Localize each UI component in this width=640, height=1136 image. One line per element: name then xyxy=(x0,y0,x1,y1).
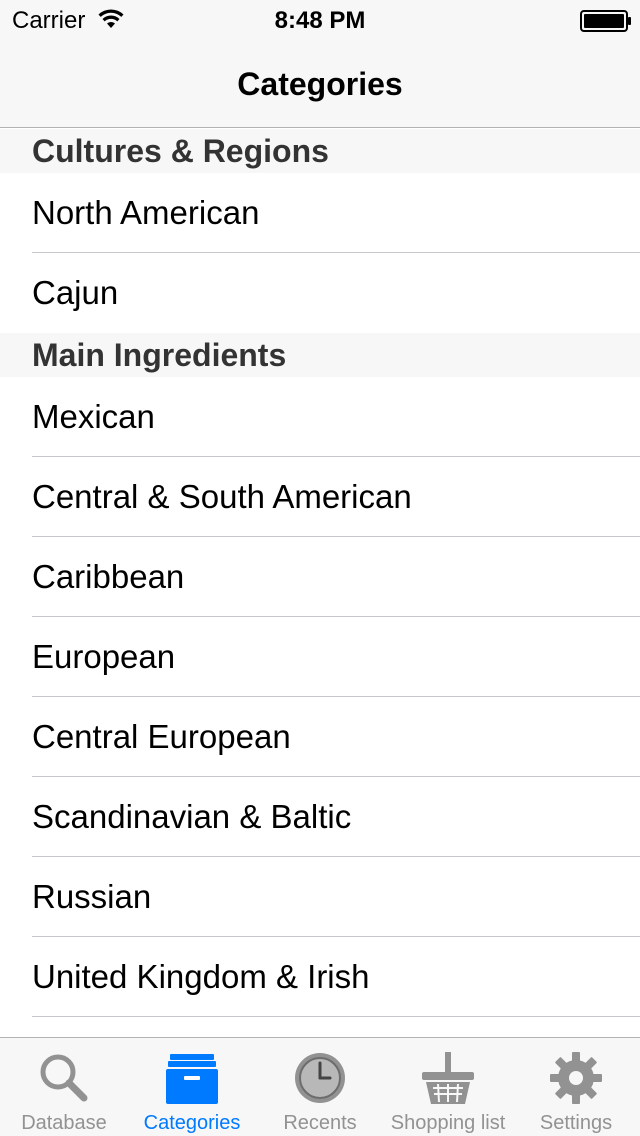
list-item[interactable]: Cajun xyxy=(0,253,640,333)
page-title: Categories xyxy=(237,66,403,102)
tab-label: Recents xyxy=(283,1112,357,1134)
list-item[interactable]: Russian xyxy=(0,857,640,937)
list-item[interactable]: United Kingdom & Irish xyxy=(0,937,640,1017)
list-item[interactable]: Caribbean xyxy=(0,537,640,617)
screen: Carrier 8:48 PM Categories Cultures & Re… xyxy=(0,0,640,1136)
list-item[interactable]: Central & South American xyxy=(0,457,640,537)
tab-bar: Database Categories Recents Shopping lis… xyxy=(0,1037,640,1136)
tab-label: Shopping list xyxy=(390,1112,506,1134)
tab-database[interactable]: Database xyxy=(0,1038,128,1136)
list-item[interactable]: North American xyxy=(0,173,640,253)
tab-recents[interactable]: Recents xyxy=(256,1038,384,1136)
tab-categories[interactable]: Categories xyxy=(128,1038,256,1136)
file-box-icon xyxy=(166,1054,218,1104)
list-item[interactable]: Scandinavian & Baltic xyxy=(0,777,640,857)
navigation-bar: Categories xyxy=(0,40,640,128)
clock-icon xyxy=(295,1053,345,1103)
list-item[interactable]: European xyxy=(0,617,640,697)
tab-shopping-list[interactable]: Shopping list xyxy=(384,1038,512,1136)
section-header-cultures-regions: Cultures & Regions xyxy=(0,129,640,173)
section-header-main-ingredients: Main Ingredients xyxy=(0,333,640,377)
tab-label: Categories xyxy=(143,1112,241,1134)
tab-label: Database xyxy=(21,1112,107,1134)
status-bar: Carrier 8:48 PM xyxy=(0,0,640,40)
gear-icon xyxy=(550,1052,602,1104)
clock-time: 8:48 PM xyxy=(274,7,366,34)
categories-list[interactable]: Cultures & Regions North American Cajun … xyxy=(0,129,640,1037)
magnifier-icon xyxy=(40,1054,88,1102)
list-item[interactable]: Mexican xyxy=(0,377,640,457)
basket-icon xyxy=(422,1052,474,1104)
tab-settings[interactable]: Settings xyxy=(512,1038,640,1136)
battery-icon xyxy=(580,10,631,32)
list-item[interactable]: Central European xyxy=(0,697,640,777)
tab-label: Settings xyxy=(539,1112,613,1134)
